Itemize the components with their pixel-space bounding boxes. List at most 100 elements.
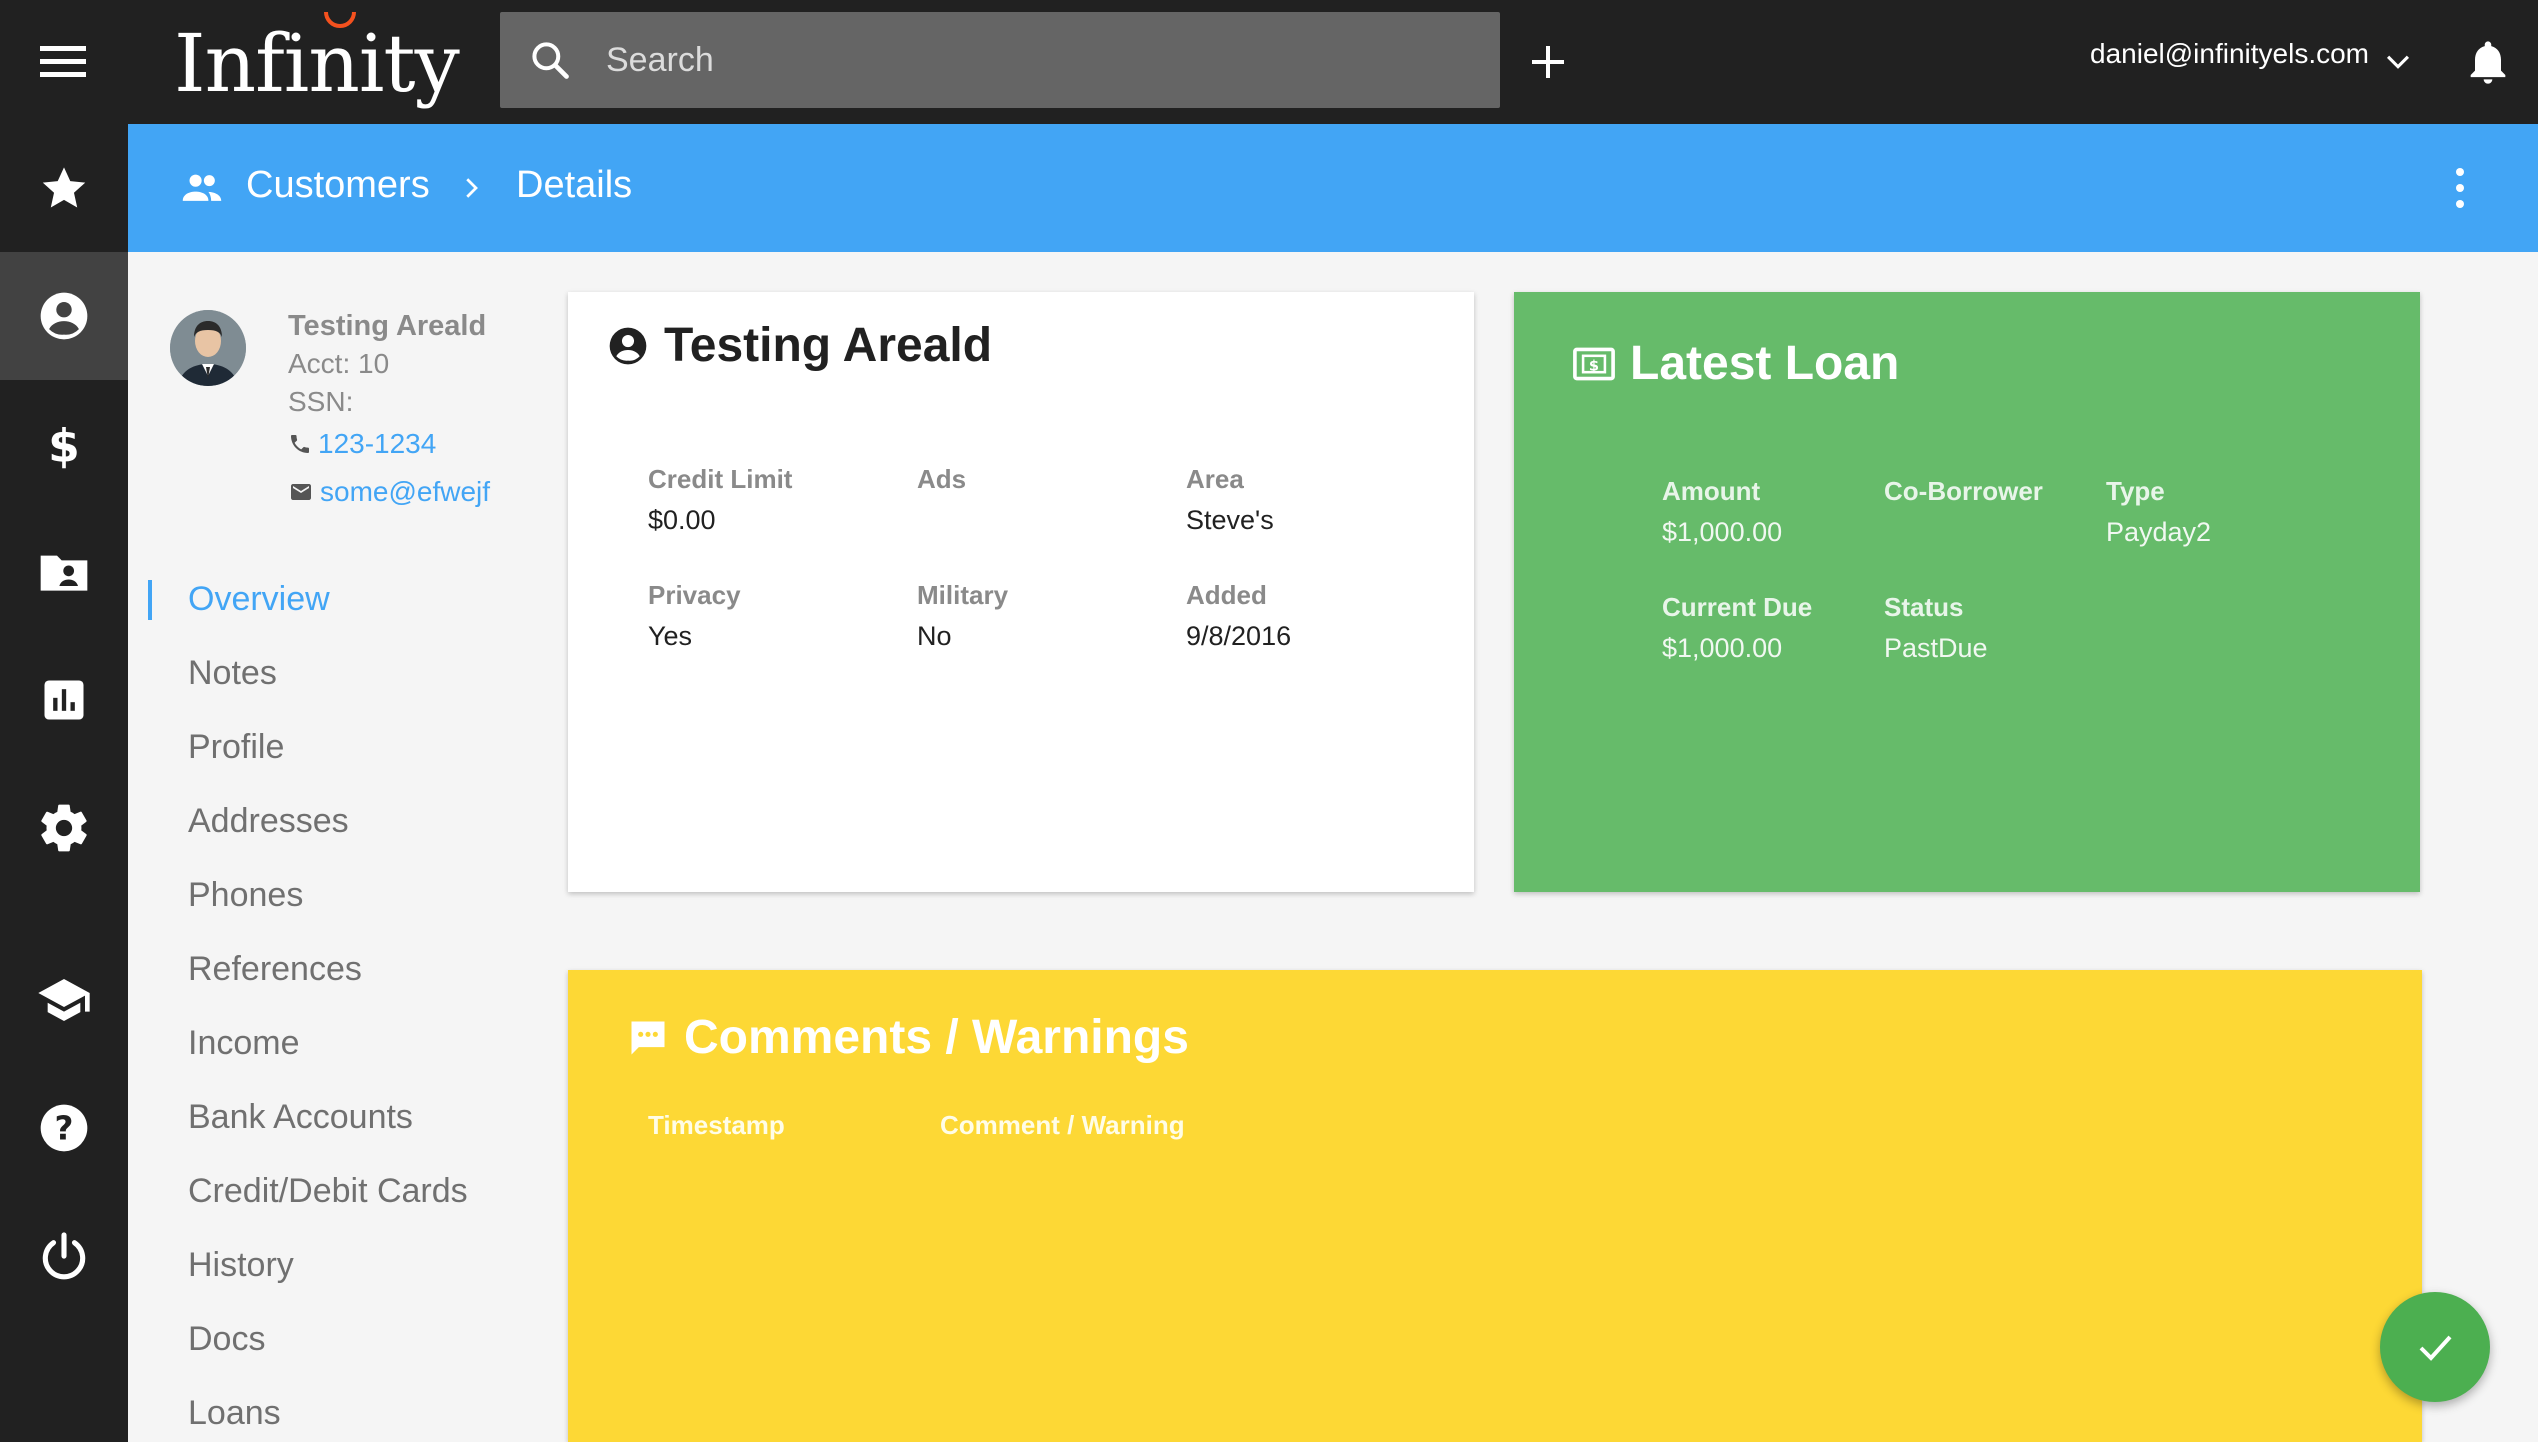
account-circle-icon xyxy=(609,327,647,364)
school-icon xyxy=(38,979,90,1021)
field-military: Military No xyxy=(917,580,1157,652)
latest-loan-card[interactable]: $ Latest Loan Amount $1,000.00 Co-Borrow… xyxy=(1514,292,2420,892)
side-rail: $ ? xyxy=(0,124,128,1442)
svg-text:?: ? xyxy=(55,1110,74,1148)
hamburger-menu-icon[interactable] xyxy=(40,42,88,82)
field-label: Area xyxy=(1186,464,1244,494)
field-amount: Amount $1,000.00 xyxy=(1662,476,1862,548)
app-logo[interactable]: Infinity xyxy=(174,11,460,114)
nav-profile[interactable]: Profile xyxy=(148,718,548,792)
rail-training[interactable] xyxy=(0,936,128,1064)
rail-documents[interactable] xyxy=(0,508,128,636)
rail-settings[interactable] xyxy=(0,764,128,892)
money-icon: $ xyxy=(1573,347,1615,380)
customer-account-number: Acct: 10 xyxy=(288,348,390,379)
field-label: Amount xyxy=(1662,476,1761,506)
field-label: Co-Borrower xyxy=(1884,476,2043,506)
field-value: No xyxy=(917,621,952,651)
confirm-fab-button[interactable] xyxy=(2380,1292,2490,1402)
breadcrumb: Customers Details xyxy=(128,124,2538,252)
field-type: Type Payday2 xyxy=(2106,476,2306,548)
comment-icon xyxy=(631,1021,665,1054)
customer-phone-link[interactable]: 123-1234 xyxy=(288,428,436,460)
field-co-borrower: Co-Borrower xyxy=(1884,476,2094,517)
search-bar[interactable] xyxy=(500,12,1500,108)
nav-references[interactable]: References xyxy=(148,940,548,1014)
account-circle-icon xyxy=(40,292,88,340)
comments-card-title-text: Comments / Warnings xyxy=(684,1011,1189,1064)
nav-loans[interactable]: Loans xyxy=(148,1384,548,1442)
help-icon: ? xyxy=(40,1104,88,1152)
logo-text: Infinity xyxy=(174,17,460,110)
nav-credit-debit-cards[interactable]: Credit/Debit Cards xyxy=(148,1162,548,1236)
dollar-icon: $ xyxy=(48,419,80,472)
field-label: Status xyxy=(1884,592,1964,622)
nav-history[interactable]: History xyxy=(148,1236,548,1310)
notification-bell-icon[interactable] xyxy=(2462,34,2514,90)
rail-customers[interactable] xyxy=(0,252,128,380)
top-app-bar: Infinity daniel@infinityels.com xyxy=(0,0,2538,124)
customer-email-link[interactable]: some@efwejf xyxy=(288,476,490,508)
customer-name: Testing Areald xyxy=(288,310,487,342)
customer-phone: 123-1234 xyxy=(318,428,437,459)
field-privacy: Privacy Yes xyxy=(648,580,888,652)
rail-favorites[interactable] xyxy=(0,124,128,252)
nav-income[interactable]: Income xyxy=(148,1014,548,1088)
field-label: Ads xyxy=(917,464,967,494)
comments-card-title: Comments / Warnings xyxy=(626,1010,1189,1065)
column-header-timestamp[interactable]: Timestamp xyxy=(648,1110,785,1141)
customer-email: some@efwejf xyxy=(320,476,491,507)
field-value: Steve's xyxy=(1186,505,1274,535)
chevron-down-icon[interactable] xyxy=(2378,44,2418,78)
field-label: Type xyxy=(2106,476,2165,506)
field-value: 9/8/2016 xyxy=(1186,621,1292,651)
rail-logout[interactable] xyxy=(0,1192,128,1320)
add-icon[interactable] xyxy=(1520,34,1576,90)
email-icon xyxy=(291,484,311,500)
field-credit-limit: Credit Limit $0.00 xyxy=(648,464,888,536)
check-icon xyxy=(2419,1335,2452,1361)
customer-card-title-text: Testing Areald xyxy=(664,319,993,372)
customer-summary-card: Testing Areald Credit Limit $0.00 Ads Ar… xyxy=(568,292,1474,892)
nav-phones[interactable]: Phones xyxy=(148,866,548,940)
field-value: Payday2 xyxy=(2106,517,2212,547)
search-icon xyxy=(532,42,569,79)
field-current-due: Current Due $1,000.00 xyxy=(1662,592,1872,664)
field-ads: Ads xyxy=(917,464,1157,505)
star-icon xyxy=(42,167,86,208)
people-icon xyxy=(182,174,222,201)
customer-section-nav: Overview Notes Profile Addresses Phones … xyxy=(148,570,548,1442)
search-input[interactable] xyxy=(606,12,1466,108)
breadcrumb-customers[interactable]: Customers xyxy=(246,164,430,207)
loan-card-title: $ Latest Loan xyxy=(1572,336,1899,391)
bar-chart-icon xyxy=(44,680,84,720)
column-header-comment[interactable]: Comment / Warning xyxy=(940,1110,1185,1141)
field-status: Status PastDue xyxy=(1884,592,2084,664)
folder-account-icon xyxy=(40,555,88,591)
field-label: Privacy xyxy=(648,580,741,610)
nav-overview[interactable]: Overview xyxy=(148,570,548,644)
field-value: $1,000.00 xyxy=(1662,517,1783,547)
user-account-menu[interactable]: daniel@infinityels.com xyxy=(2090,38,2369,70)
field-label: Military xyxy=(917,580,1009,610)
svg-text:$: $ xyxy=(1589,358,1599,374)
svg-text:$: $ xyxy=(48,419,80,472)
logo-ring-icon xyxy=(324,11,356,28)
rail-finance[interactable]: $ xyxy=(0,380,128,508)
avatar-person-icon xyxy=(170,310,246,386)
field-label: Current Due xyxy=(1662,592,1813,622)
more-vert-icon[interactable] xyxy=(2448,164,2472,212)
breadcrumb-details: Details xyxy=(516,164,633,206)
nav-notes[interactable]: Notes xyxy=(148,644,548,718)
avatar xyxy=(170,310,246,386)
customer-ssn: SSN: xyxy=(288,386,354,417)
nav-addresses[interactable]: Addresses xyxy=(148,792,548,866)
nav-docs[interactable]: Docs xyxy=(148,1310,548,1384)
comments-warnings-card: Comments / Warnings Timestamp Comment / … xyxy=(568,970,2422,1442)
field-value: Yes xyxy=(648,621,693,651)
field-added: Added 9/8/2016 xyxy=(1186,580,1426,652)
rail-reports[interactable] xyxy=(0,636,128,764)
gear-icon xyxy=(41,804,87,852)
nav-bank-accounts[interactable]: Bank Accounts xyxy=(148,1088,548,1162)
rail-help[interactable]: ? xyxy=(0,1064,128,1192)
